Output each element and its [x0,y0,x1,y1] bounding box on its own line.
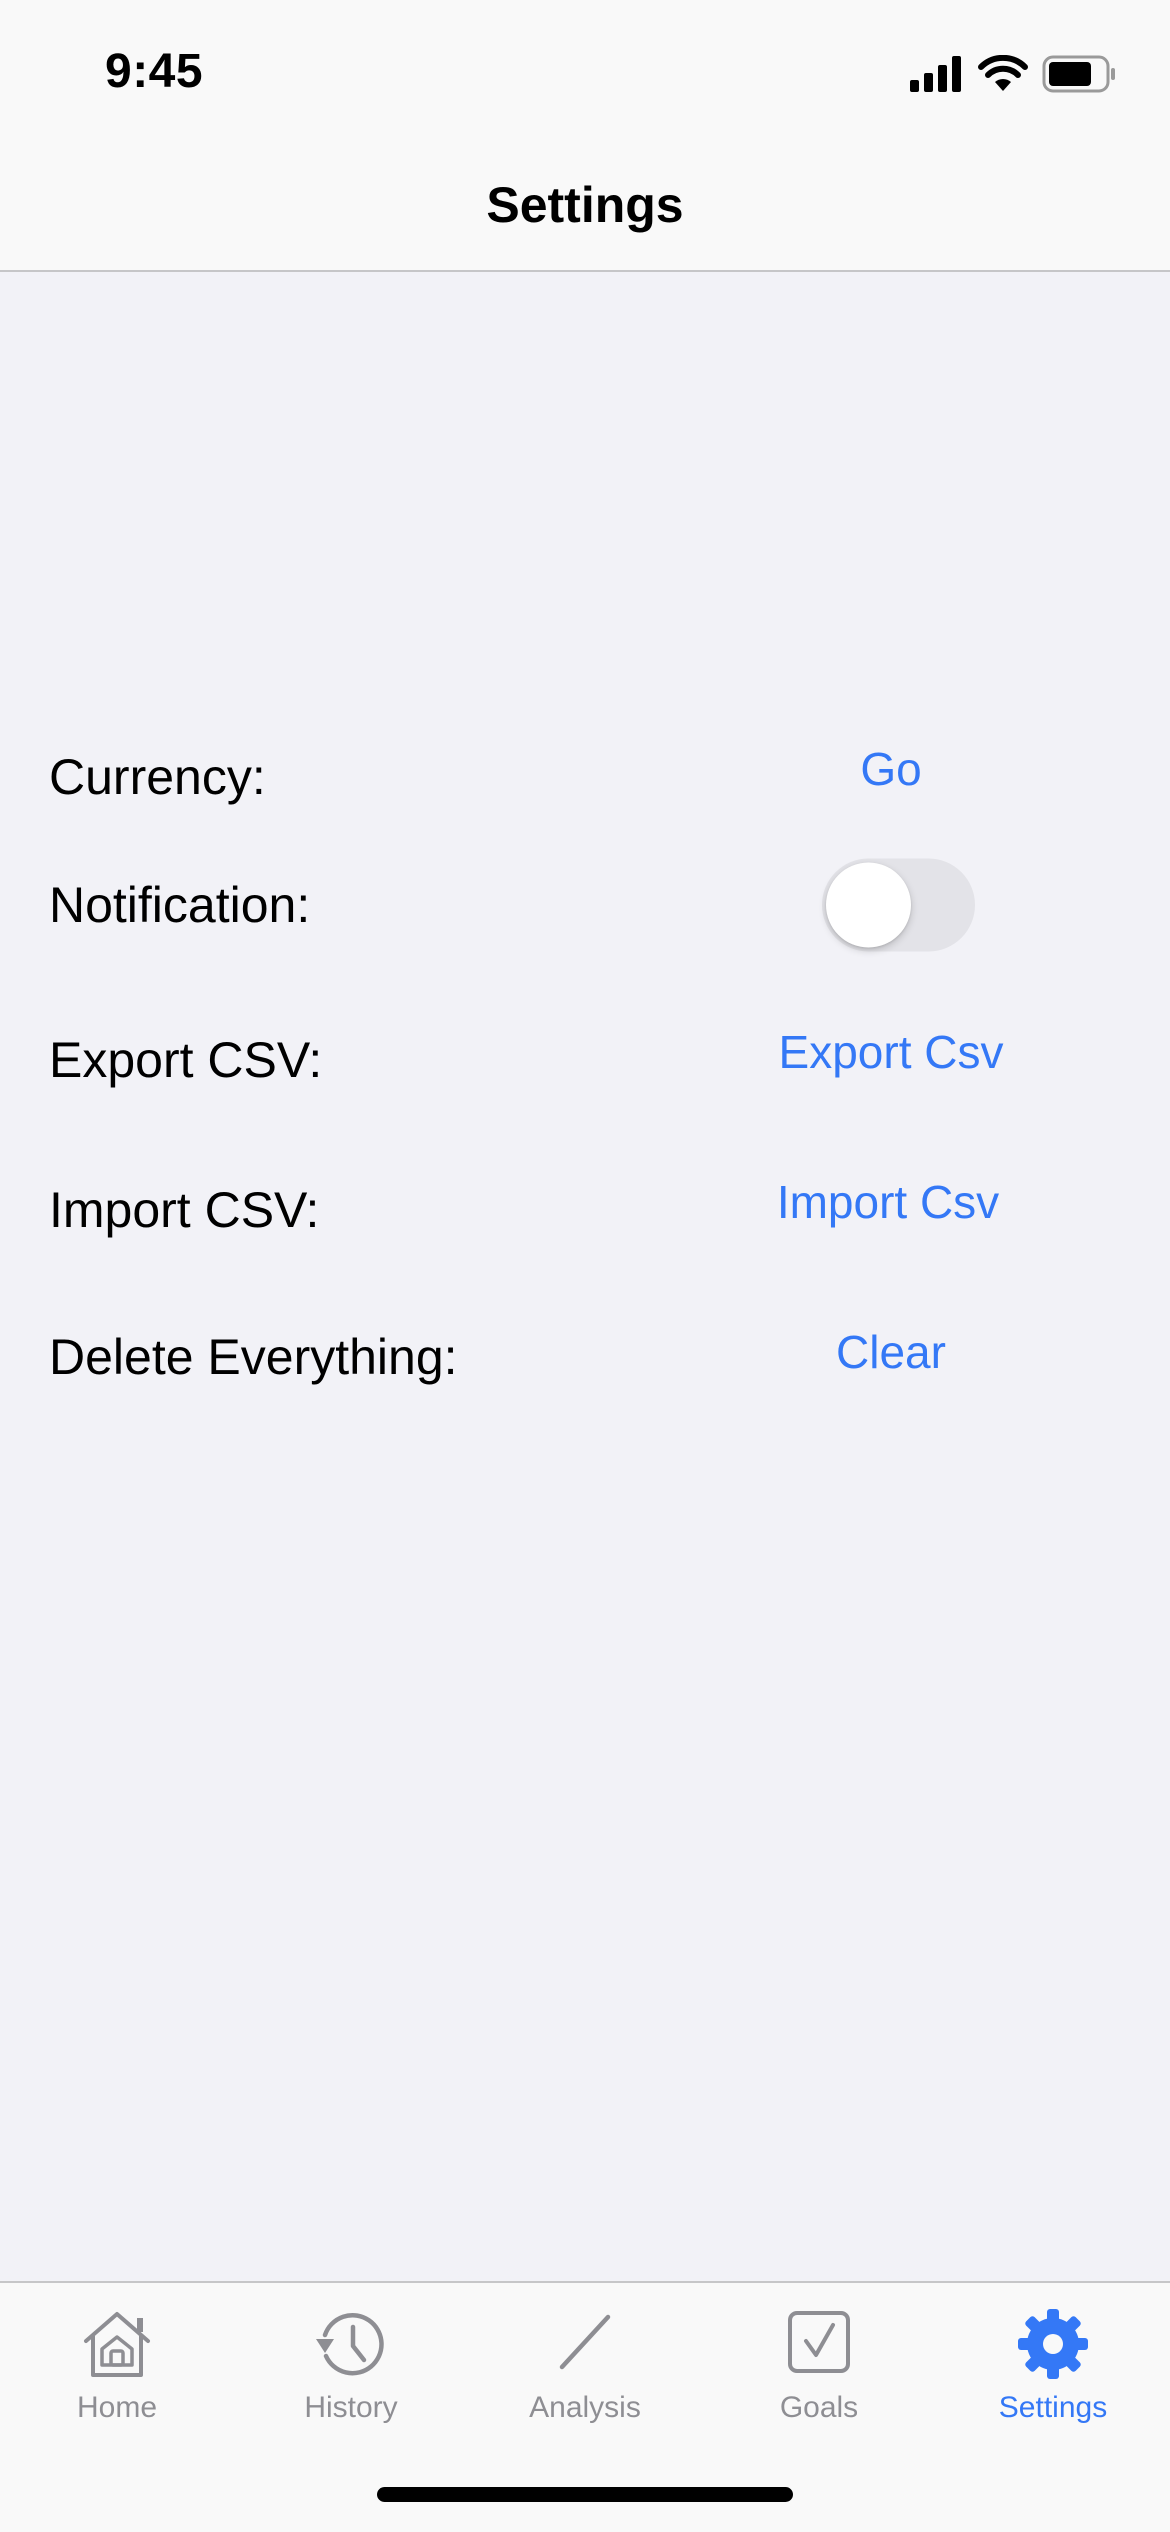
notification-label: Notification: [49,877,311,933]
export-csv-label: Export CSV: [49,1032,323,1088]
toggle-knob [826,862,911,948]
battery-icon [1042,55,1115,93]
status-bar: 9:45 [0,0,1170,150]
home-icon [84,2312,150,2377]
gear-icon [1018,2309,1088,2379]
currency-label: Currency: [49,749,266,805]
cellular-signal-icon [910,56,961,92]
goals-checkbox-icon [788,2311,850,2373]
currency-row: Currency: Go [0,719,1170,819]
home-indicator [377,2487,793,2502]
import-csv-row: Import CSV: Import Csv [0,1152,1170,1252]
tab-history[interactable]: History [234,2283,468,2443]
navigation-bar: Settings [0,150,1170,272]
wifi-icon [978,55,1028,91]
tab-home[interactable]: Home [0,2283,234,2443]
status-time: 9:45 [105,45,204,98]
delete-everything-label: Delete Everything: [49,1329,458,1385]
notification-row: Notification: [0,855,1170,955]
tab-settings-label: Settings [998,2391,1108,2424]
status-icons [910,52,1118,96]
import-csv-label: Import CSV: [49,1182,320,1238]
export-csv-row: Export CSV: Export Csv [0,1002,1170,1102]
currency-go-button[interactable]: Go [860,742,921,796]
tab-analysis-label: Analysis [529,2391,641,2424]
analysis-icon [559,2314,611,2370]
tab-settings[interactable]: Settings [936,2283,1170,2443]
tab-home-label: Home [76,2391,158,2424]
clear-button[interactable]: Clear [836,1325,946,1379]
export-csv-button[interactable]: Export Csv [779,1025,1004,1079]
tab-goals-label: Goals [779,2391,859,2424]
history-icon [316,2312,384,2376]
import-csv-button[interactable]: Import Csv [777,1175,999,1229]
tab-history-label: History [304,2391,398,2424]
notification-toggle[interactable] [822,858,975,952]
delete-everything-row: Delete Everything: Clear [0,1302,1170,1402]
page-title: Settings [486,177,684,233]
tab-analysis[interactable]: Analysis [468,2283,702,2443]
tab-goals[interactable]: Goals [702,2283,936,2443]
